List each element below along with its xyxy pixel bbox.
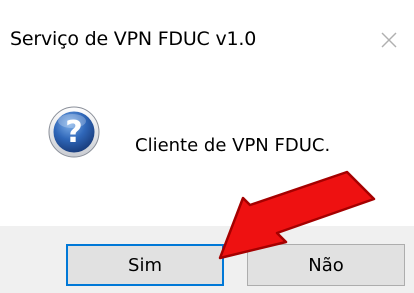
- dialog-content: ? Cliente de VPN FDUC.: [0, 62, 414, 226]
- title-bar: Serviço de VPN FDUC v1.0: [0, 0, 414, 62]
- button-bar: Sim Não: [0, 226, 414, 293]
- svg-text:?: ?: [65, 115, 82, 150]
- close-button[interactable]: [366, 22, 410, 58]
- no-button[interactable]: Não: [247, 244, 405, 286]
- window-title: Serviço de VPN FDUC v1.0: [10, 28, 257, 50]
- message-text: Cliente de VPN FDUC.: [135, 135, 331, 156]
- question-icon: ?: [48, 106, 100, 158]
- close-icon: [381, 32, 397, 48]
- message-dialog: Serviço de VPN FDUC v1.0 ? Cliente de VP…: [0, 0, 414, 293]
- yes-button[interactable]: Sim: [66, 244, 224, 286]
